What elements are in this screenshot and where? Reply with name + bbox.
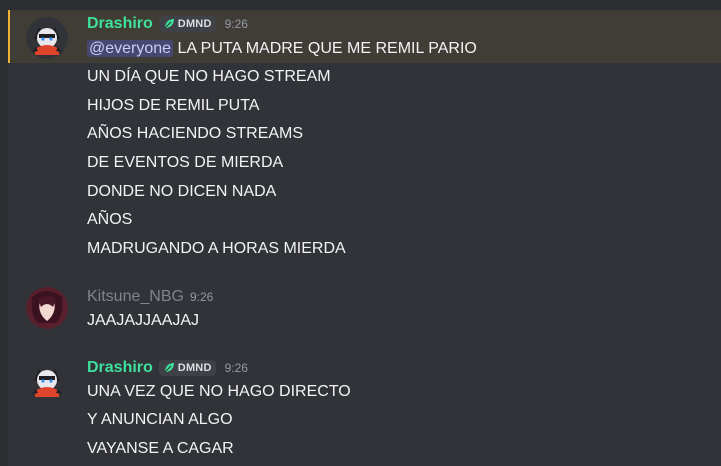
message-header: Drashiro DMND 9:26 xyxy=(87,14,248,34)
message-line: DONDE NO DICEN NADA xyxy=(87,183,277,200)
top-divider xyxy=(0,0,721,10)
message-line: @everyone LA PUTA MADRE QUE ME REMIL PAR… xyxy=(87,38,477,60)
message-line: MADRUGANDO A HORAS MIERDA xyxy=(87,240,346,257)
username-drashiro[interactable]: Drashiro xyxy=(87,15,153,33)
username-kitsune[interactable]: Kitsune_NBG xyxy=(87,288,184,306)
message-line: Y ANUNCIAN ALGO xyxy=(87,411,233,428)
message-line: UN DÍA QUE NO HAGO STREAM xyxy=(87,68,331,85)
message-line: AÑOS HACIENDO STREAMS xyxy=(87,125,304,142)
message-line: JAAJAJJAAJAJ xyxy=(87,312,200,329)
message-line: UNA VEZ QUE NO HAGO DIRECTO xyxy=(87,383,351,400)
drashiro-avatar[interactable] xyxy=(26,359,68,401)
tag-label: DMND xyxy=(177,18,212,30)
left-divider xyxy=(0,0,8,466)
username-drashiro[interactable]: Drashiro xyxy=(87,359,153,377)
timestamp[interactable]: 9:26 xyxy=(190,290,213,304)
server-tag[interactable]: DMND xyxy=(158,360,216,376)
kitsune-avatar[interactable] xyxy=(26,287,68,329)
message-line: HIJOS DE REMIL PUTA xyxy=(87,97,260,114)
timestamp[interactable]: 9:26 xyxy=(225,17,248,31)
tag-label: DMND xyxy=(177,362,212,374)
timestamp[interactable]: 9:26 xyxy=(225,361,248,375)
message-line: AÑOS xyxy=(87,211,133,228)
message-line: DE EVENTOS DE MIERDA xyxy=(87,154,284,171)
server-tag[interactable]: DMND xyxy=(158,16,216,32)
message-line: VAYANSE A CAGAR xyxy=(87,440,234,457)
drashiro-avatar[interactable] xyxy=(26,17,68,59)
message-header: Drashiro DMND 9:26 xyxy=(87,358,248,378)
message-header: Kitsune_NBG 9:26 xyxy=(87,287,213,307)
everyone-mention[interactable]: @everyone xyxy=(87,40,174,57)
leaf-icon xyxy=(164,363,174,373)
leaf-icon xyxy=(164,19,174,29)
message-text: LA PUTA MADRE QUE ME REMIL PARIO xyxy=(173,40,477,57)
